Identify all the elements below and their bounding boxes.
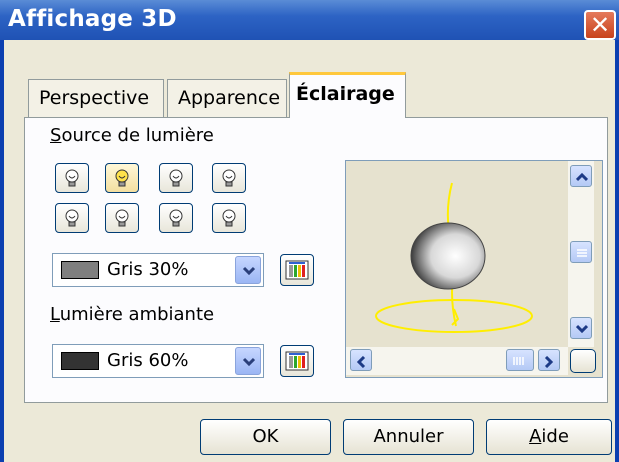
light-bulb-icon <box>222 209 236 227</box>
light-bulb-icon <box>65 169 79 187</box>
light-source-button-2[interactable] <box>105 163 139 193</box>
tab-label: Perspective <box>39 87 150 109</box>
light-source-button-7[interactable] <box>159 203 193 233</box>
tab-perspective[interactable]: Perspective <box>28 79 164 118</box>
vertical-scroll-thumb[interactable] <box>570 241 592 263</box>
color-palette-icon <box>285 351 309 371</box>
tab-apparence[interactable]: Apparence <box>167 79 287 118</box>
lighting-preview[interactable] <box>345 160 603 378</box>
close-icon: ✕ <box>589 11 611 39</box>
ambient-color-swatch <box>61 352 99 370</box>
chevron-right-icon <box>544 356 554 368</box>
light-source-button-3[interactable] <box>159 163 193 193</box>
scroll-left-button[interactable] <box>350 349 372 371</box>
tab-label: Éclairage <box>296 83 395 105</box>
scroll-right-button[interactable] <box>538 349 560 371</box>
light-color-value: Gris 30% <box>107 259 189 280</box>
ambient-color-value: Gris 60% <box>107 350 189 371</box>
preview-scene <box>375 182 533 333</box>
light-color-dropdown-button[interactable] <box>235 256 261 284</box>
scroll-up-button[interactable] <box>570 165 592 187</box>
chevron-up-icon <box>576 172 588 182</box>
light-bulb-icon <box>115 209 129 227</box>
light-bulb-icon <box>169 169 183 187</box>
help-button[interactable]: Aide <box>486 419 612 455</box>
color-palette-icon <box>285 260 309 280</box>
light-bulb-icon <box>65 209 79 227</box>
tab-eclairage[interactable]: Éclairage <box>289 72 406 118</box>
ambient-color-picker-button[interactable] <box>280 345 314 377</box>
light-source-button-6[interactable] <box>105 203 139 233</box>
light-bulb-icon <box>115 169 129 187</box>
light-color-swatch <box>61 261 99 279</box>
light-bulb-icon <box>222 169 236 187</box>
light-bulb-icon <box>169 209 183 227</box>
chevron-down-icon <box>242 357 256 367</box>
horizontal-scroll-thumb[interactable] <box>506 349 534 371</box>
light-color-picker-button[interactable] <box>280 254 314 286</box>
grip-icon <box>513 357 524 365</box>
light-source-button-1[interactable] <box>55 163 89 193</box>
ambient-color-dropdown-button[interactable] <box>235 347 261 375</box>
light-source-button-4[interactable] <box>212 163 246 193</box>
title-bar: Affichage 3D ✕ <box>0 0 619 40</box>
light-color-select[interactable]: Gris 30% <box>52 253 264 287</box>
cancel-button[interactable]: Annuler <box>343 419 474 455</box>
tab-label: Apparence <box>178 87 281 109</box>
ambient-color-select[interactable]: Gris 60% <box>52 344 264 378</box>
light-source-button-5[interactable] <box>55 203 89 233</box>
ambient-light-label: Lumière ambiante <box>50 304 215 325</box>
chevron-down-icon <box>242 266 256 276</box>
ok-button[interactable]: OK <box>200 419 331 455</box>
window-title: Affichage 3D <box>8 6 177 32</box>
grip-icon <box>577 249 587 257</box>
close-button[interactable]: ✕ <box>584 10 616 40</box>
preview-sphere <box>410 222 486 290</box>
scroll-down-button[interactable] <box>570 317 592 339</box>
light-source-button-8[interactable] <box>212 203 246 233</box>
chevron-left-icon <box>356 356 366 368</box>
light-source-label: Source de lumière <box>50 125 214 146</box>
horizontal-scrollbar[interactable] <box>346 347 568 375</box>
chevron-down-icon <box>576 324 588 334</box>
preview-corner-toggle[interactable] <box>570 349 596 373</box>
